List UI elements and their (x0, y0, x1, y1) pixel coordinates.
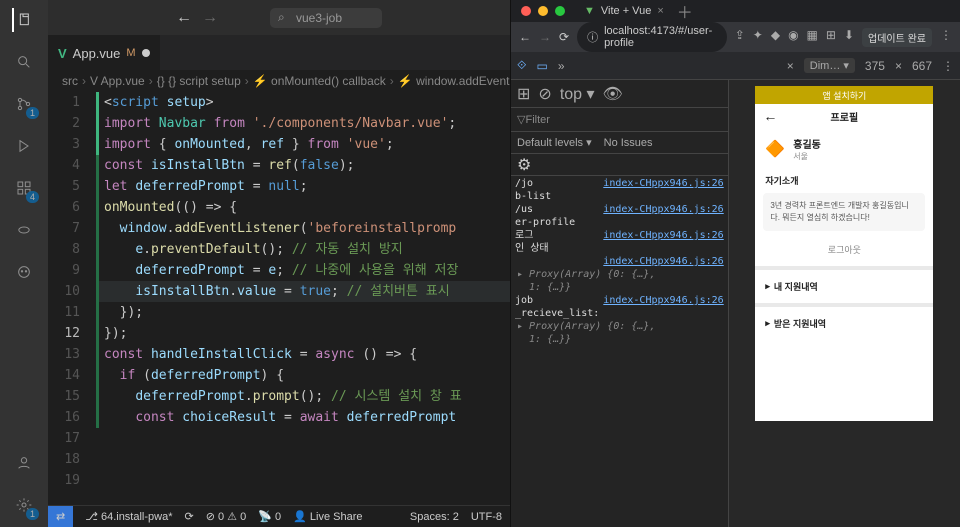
viewport-width[interactable]: 375 (865, 59, 885, 73)
tab-app-vue[interactable]: V App.vue M (48, 35, 160, 70)
more-icon[interactable]: » (558, 59, 565, 73)
scm-icon[interactable]: 1 (12, 92, 36, 116)
tab-bar: V App.vue M (48, 35, 510, 70)
ext2-icon[interactable]: ◉ (788, 28, 798, 47)
accordion-my-apps[interactable]: ▸ 내 지원내역 (755, 270, 933, 303)
avatar-icon: 🔶 (765, 139, 785, 159)
encoding[interactable]: UTF-8 (471, 511, 502, 523)
line-gutter: 12345678910111213141516171819 (48, 92, 96, 505)
vue-icon: V (58, 46, 67, 61)
levels-dropdown[interactable]: Default levels ▾ (517, 136, 592, 149)
profile-location: 서울 (793, 151, 821, 162)
browser-toolbar: ← → ⟳ ⓘ localhost:4173/#/user-profile ⇪ … (511, 22, 960, 52)
new-tab-icon[interactable]: ＋ (677, 0, 693, 23)
intro-body: 3년 경력차 프론트엔드 개발자 홍길동입니다. 뭐든지 열심히 하겠습니다! (763, 193, 925, 231)
settings-icon[interactable]: 1 (12, 493, 36, 517)
scm-badge: 1 (26, 107, 39, 119)
phone-preview[interactable]: 앱 설치하기 ← 프로필 🔶 홍길동 서울 자기소개 3년 경력차 프론트엔드 … (755, 86, 933, 421)
devtools-top-bar: ⟐ ▭ » × Dim… ▾ 375 × 667 ⋮ (511, 52, 960, 80)
share-icon[interactable]: ⇪ (735, 28, 745, 47)
download-icon[interactable]: ⬇ (844, 28, 854, 47)
remote-indicator[interactable]: ⇄ (48, 506, 73, 527)
accordion-received[interactable]: ▸ 받은 지원내역 (755, 307, 933, 340)
devtools-close-icon[interactable]: × (787, 59, 794, 73)
clear-icon[interactable]: ⊘ (538, 84, 551, 104)
intro-title: 자기소개 (755, 170, 933, 191)
browser-tab[interactable]: ▼ Vite + Vue × (584, 5, 664, 17)
live-share[interactable]: 👤 Live Share (293, 510, 362, 523)
inspect-icon[interactable]: ⟐ (517, 58, 526, 73)
code-area[interactable]: <script setup>import Navbar from './comp… (96, 92, 510, 505)
vscode-window: 1 4 1 ← → vue3-job V App.vue M src›V App… (0, 0, 510, 527)
star-icon[interactable]: ✦ (753, 28, 763, 47)
ext-badge: 4 (26, 191, 39, 203)
menu-icon[interactable]: ⋮ (940, 28, 952, 47)
eye-icon[interactable]: 👁 (603, 84, 623, 104)
minimize-icon[interactable] (538, 6, 548, 16)
x-icon: × (895, 59, 902, 73)
back-icon[interactable]: ← (519, 30, 531, 44)
device-dropdown[interactable]: Dim… ▾ (804, 58, 855, 73)
extensions-icon[interactable]: 4 (12, 176, 36, 200)
console-menu-icon[interactable]: ⊞ (517, 84, 530, 104)
console-filter[interactable]: ▽ Filter (511, 108, 728, 132)
modified-marker: M (126, 47, 135, 59)
install-banner[interactable]: 앱 설치하기 (755, 86, 933, 104)
viewport-height[interactable]: 667 (912, 59, 932, 73)
git-branch[interactable]: ⎇ 64.install-pwa* (85, 510, 172, 523)
ext3-icon[interactable]: ▦ (807, 28, 818, 47)
page-title: 프로필 (831, 109, 859, 124)
fwd-icon[interactable]: → (539, 30, 551, 44)
tab-title: Vite + Vue (601, 5, 651, 17)
settings-badge: 1 (26, 508, 39, 520)
account-icon[interactable] (12, 451, 36, 475)
dirty-dot-icon (142, 49, 150, 57)
remote-icon[interactable] (12, 218, 36, 242)
back-arrow-icon[interactable]: ← (763, 108, 777, 124)
breadcrumbs[interactable]: src›V App.vue›{} {} script setup›⚡ onMou… (48, 70, 510, 92)
device-viewport: 앱 설치하기 ← 프로필 🔶 홍길동 서울 자기소개 3년 경력차 프론트엔드 … (729, 80, 960, 527)
issues-link[interactable]: No Issues (604, 137, 653, 149)
ext4-icon[interactable]: ⊞ (826, 28, 836, 47)
devtools-menu-icon[interactable]: ⋮ (942, 59, 954, 73)
browser-window: ▼ Vite + Vue × ＋ ← → ⟳ ⓘ localhost:4173/… (510, 0, 960, 527)
files-icon[interactable] (12, 8, 36, 32)
address-bar[interactable]: ⓘ localhost:4173/#/user-profile (577, 22, 727, 52)
console-panel: ⊞ ⊘ top ▾ 👁 ▽ Filter Default levels ▾ No… (511, 80, 729, 527)
tab-filename: App.vue (73, 46, 121, 61)
maximize-icon[interactable] (555, 6, 565, 16)
vite-icon: ▼ (584, 5, 595, 17)
tab-close-icon[interactable]: × (657, 5, 663, 17)
run-icon[interactable] (12, 134, 36, 158)
window-controls: ▼ Vite + Vue × ＋ (511, 0, 960, 22)
device-toggle-icon[interactable]: ▭ (536, 59, 547, 73)
ext1-icon[interactable]: ◆ (771, 28, 780, 47)
copilot-icon[interactable] (12, 260, 36, 284)
app-header: ← 프로필 (755, 104, 933, 128)
reload-icon[interactable]: ⟳ (559, 30, 569, 44)
indent[interactable]: Spaces: 2 (410, 511, 459, 523)
close-icon[interactable] (521, 6, 531, 16)
ports[interactable]: 📡 0 (258, 510, 281, 523)
status-bar: ⇄ ⎇ 64.install-pwa* ⟳ ⊘ 0 ⚠ 0 📡 0 👤 Live… (48, 505, 510, 527)
profile-card: 🔶 홍길동 서울 (755, 128, 933, 170)
activity-bar: 1 4 1 (0, 0, 48, 527)
profile-name: 홍길동 (793, 136, 821, 151)
nav-back-icon[interactable]: ← (176, 9, 192, 27)
title-bar: ← → vue3-job (48, 0, 510, 35)
sync-icon[interactable]: ⟳ (185, 510, 194, 523)
nav-fwd-icon[interactable]: → (202, 9, 218, 27)
update-button[interactable]: 업데이트 완료 (862, 28, 932, 47)
url-text: localhost:4173/#/user-profile (604, 25, 717, 49)
command-center[interactable]: vue3-job (270, 8, 382, 28)
problems[interactable]: ⊘ 0 ⚠ 0 (206, 510, 247, 523)
search-icon[interactable] (12, 50, 36, 74)
context-dropdown[interactable]: top ▾ (560, 84, 595, 104)
gear-icon[interactable]: ⚙ (517, 155, 531, 175)
code-editor[interactable]: 12345678910111213141516171819 <script se… (48, 92, 510, 505)
info-icon[interactable]: ⓘ (587, 29, 598, 45)
logout-button[interactable]: 로그아웃 (755, 233, 933, 266)
console-log-area[interactable]: /jo b-listindex-CHppx946.js:26/us er-pro… (511, 176, 728, 527)
